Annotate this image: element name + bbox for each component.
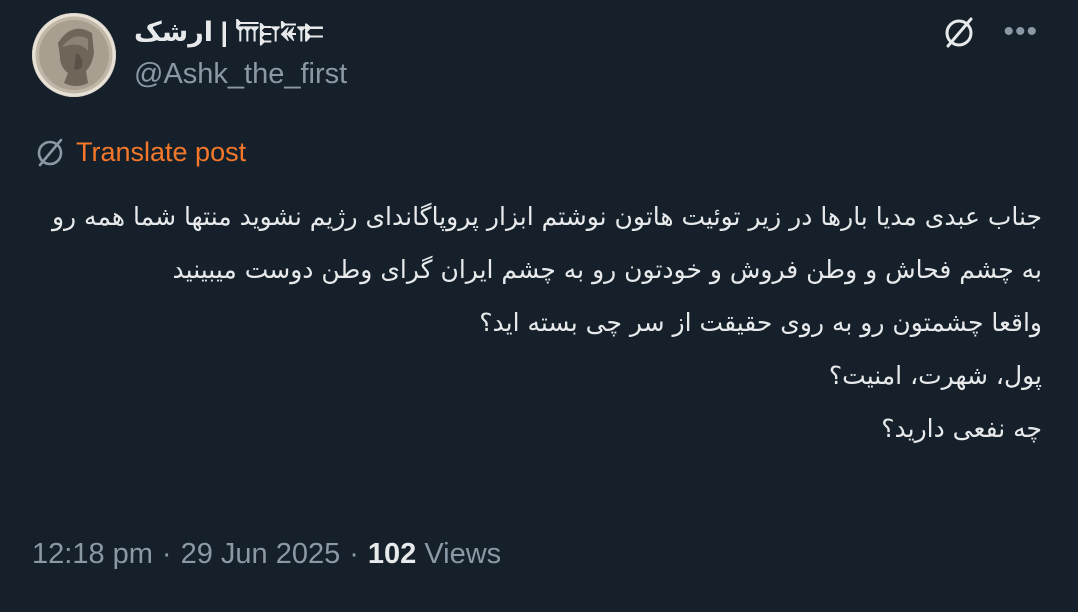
meta-separator: · [349,538,359,570]
translate-post-link[interactable]: Translate post [34,136,246,168]
meta-separator: · [161,538,172,570]
post-paragraph: پول، شهرت، امنیت؟ [828,361,1042,390]
post-paragraph: جناب عبدی مدیا بارها در زیر توئیت هاتون … [51,202,1042,284]
post-top-actions: ••• [941,14,1038,50]
author-display-name[interactable]: ارشک | 𐎠𐎼𐏁𐎣 [134,17,324,49]
post-time[interactable]: 12:18 pm [32,538,153,571]
slashed-circle-icon[interactable] [941,14,977,50]
post-metadata: 12:18 pm · 29 Jun 2025 · 102 Views [32,538,501,571]
translate-post-label[interactable]: Translate post [76,137,246,168]
avatar-coin-portrait [32,13,116,97]
views-count[interactable]: 102 [368,538,416,571]
translate-icon [34,136,66,168]
more-icon[interactable]: ••• [1003,17,1038,47]
post-date[interactable]: 29 Jun 2025 [181,538,341,571]
post-paragraph: چه نفعی دارید؟ [881,414,1042,443]
avatar[interactable] [32,13,116,97]
post-paragraph: واقعا چشمتون رو به روی حقیقت از سر چی بس… [479,308,1042,337]
views-label[interactable]: Views [424,538,501,571]
author-handle[interactable]: @Ashk_the_first [134,58,347,91]
post-text: جناب عبدی مدیا بارها در زیر توئیت هاتون … [40,190,1042,455]
author-name-row[interactable]: ارشک | 𐎠𐎼𐏁𐎣 [134,14,324,52]
